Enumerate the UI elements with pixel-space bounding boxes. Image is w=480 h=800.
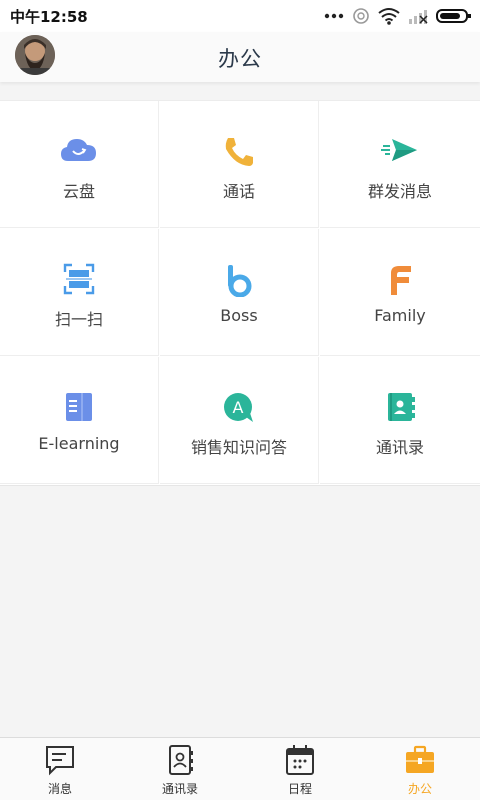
tab-schedule[interactable]: 日程 (240, 738, 360, 800)
app-label: Boss (220, 306, 258, 325)
app-label: 通话 (222, 182, 255, 201)
more-dots-icon (324, 13, 344, 19)
header-bar: 办公 (0, 32, 480, 82)
wifi-icon (378, 7, 400, 25)
book-icon (0, 391, 158, 425)
briefcase-icon (360, 744, 480, 776)
app-boss[interactable]: Boss (160, 229, 319, 356)
status-icons (324, 6, 472, 26)
app-label: 扫一扫 (54, 310, 103, 329)
status-time: 中午12:58 (10, 8, 88, 26)
contacts-icon (120, 744, 240, 776)
tab-label: 通讯录 (161, 782, 198, 796)
app-contacts[interactable]: 通讯录 (320, 357, 480, 484)
app-grid: 云盘 通话 群发消息 扫一扫 Boss Family E-learning A … (0, 100, 480, 486)
app-broadcast-message[interactable]: 群发消息 (320, 101, 480, 228)
app-label: E-learning (38, 434, 120, 453)
app-phone[interactable]: 通话 (160, 101, 319, 228)
tab-office[interactable]: 办公 (360, 738, 480, 800)
app-label: Family (374, 306, 426, 325)
send-icon (320, 135, 480, 169)
tab-label: 日程 (287, 782, 312, 796)
signal-icon (408, 8, 428, 24)
phone-icon (160, 135, 318, 169)
app-cloud-drive[interactable]: 云盘 (0, 101, 159, 228)
calendar-icon (240, 744, 360, 776)
boss-b-icon (160, 263, 318, 297)
app-label: 云盘 (62, 182, 95, 201)
alarm-icon (352, 7, 370, 25)
page-title: 办公 (218, 47, 262, 71)
qa-bubble-icon: A (160, 391, 318, 425)
app-sales-qa[interactable]: A 销售知识问答 (160, 357, 319, 484)
app-scan[interactable]: 扫一扫 (0, 229, 159, 356)
status-bar: 中午12:58 (0, 0, 480, 32)
tab-contacts[interactable]: 通讯录 (120, 738, 240, 800)
app-family[interactable]: Family (320, 229, 480, 356)
tab-messages[interactable]: 消息 (0, 738, 120, 800)
message-icon (0, 744, 120, 776)
app-e-learning[interactable]: E-learning (0, 357, 159, 484)
tab-label: 消息 (47, 782, 72, 796)
cloud-icon (0, 135, 158, 169)
bottom-tab-bar: 消息 通讯录 日程 办公 (0, 737, 480, 800)
app-label: 销售知识问答 (190, 438, 287, 457)
tab-label: 办公 (407, 782, 432, 796)
family-f-icon (320, 263, 480, 297)
contacts-book-icon (320, 391, 480, 425)
battery-icon (436, 8, 472, 24)
scan-icon (0, 263, 158, 297)
app-label: 通讯录 (375, 438, 424, 457)
svg-text:A: A (233, 398, 244, 417)
app-label: 群发消息 (367, 182, 432, 201)
